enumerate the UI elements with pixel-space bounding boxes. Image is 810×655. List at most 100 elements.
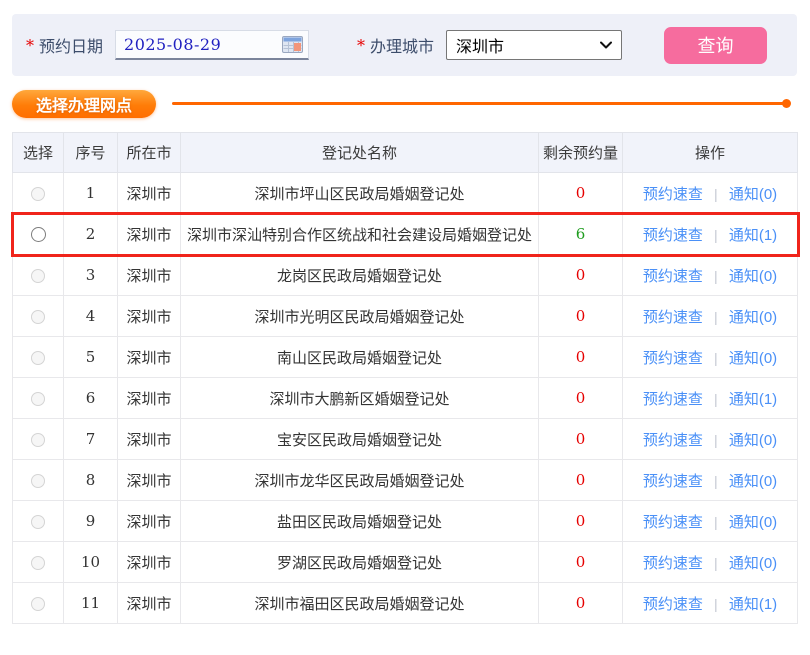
row-operations: 预约速查 | 通知(1) (623, 378, 798, 419)
row-remaining-cell: 6 (539, 214, 623, 255)
row-registry-name: 深圳市坪山区民政局婚姻登记处 (181, 173, 539, 214)
row-registry-name: 罗湖区民政局婚姻登记处 (181, 542, 539, 583)
city-select[interactable]: 深圳市 (446, 30, 622, 60)
row-operations: 预约速查 | 通知(0) (623, 460, 798, 501)
notice-link[interactable]: 通知(0) (729, 514, 777, 531)
notice-link[interactable]: 通知(0) (729, 309, 777, 326)
notice-link[interactable]: 通知(0) (729, 186, 777, 203)
row-operations: 预约速查 | 通知(1) (623, 583, 798, 624)
date-label-group: * 预约日期 (26, 33, 103, 57)
radio-button[interactable] (31, 474, 45, 488)
remaining-count: 6 (576, 225, 586, 243)
notice-link[interactable]: 通知(1) (729, 596, 777, 613)
row-city: 深圳市 (118, 542, 181, 583)
radio-button[interactable] (31, 515, 45, 529)
date-input[interactable]: 2025-08-29 (115, 30, 309, 60)
search-button[interactable]: 查询 (664, 27, 767, 64)
row-index: 8 (64, 460, 118, 501)
row-remaining-cell: 0 (539, 337, 623, 378)
quick-check-link[interactable]: 预约速查 (643, 350, 703, 367)
quick-check-link[interactable]: 预约速查 (643, 309, 703, 326)
row-remaining-cell: 0 (539, 378, 623, 419)
radio-button[interactable] (31, 433, 45, 447)
select-cell (13, 296, 64, 337)
remaining-count: 0 (576, 553, 586, 571)
section-title-pill: 选择办理网点 (12, 90, 156, 118)
radio-button[interactable] (31, 597, 45, 611)
row-index: 6 (64, 378, 118, 419)
row-registry-name: 盐田区民政局婚姻登记处 (181, 501, 539, 542)
quick-check-link[interactable]: 预约速查 (643, 391, 703, 408)
remaining-count: 0 (576, 307, 586, 325)
link-separator: | (714, 555, 718, 571)
select-cell (13, 173, 64, 214)
select-cell (13, 542, 64, 583)
row-index: 2 (64, 214, 118, 255)
row-operations: 预约速查 | 通知(0) (623, 296, 798, 337)
table-row: 7 深圳市 宝安区民政局婚姻登记处 0 预约速查 | 通知(0) (13, 419, 798, 460)
notice-link[interactable]: 通知(0) (729, 473, 777, 490)
radio-button[interactable] (31, 269, 45, 283)
header-operation: 操作 (623, 133, 798, 173)
branch-table-body: 1 深圳市 深圳市坪山区民政局婚姻登记处 0 预约速查 | 通知(0) 2 深圳… (13, 173, 798, 624)
link-separator: | (714, 432, 718, 448)
section-header: 选择办理网点 (12, 90, 797, 118)
row-operations: 预约速查 | 通知(1) (623, 214, 798, 255)
city-label: 办理城市 (370, 33, 434, 57)
select-cell (13, 501, 64, 542)
table-row: 11 深圳市 深圳市福田区民政局婚姻登记处 0 预约速查 | 通知(1) (13, 583, 798, 624)
quick-check-link[interactable]: 预约速查 (643, 227, 703, 244)
quick-check-link[interactable]: 预约速查 (643, 268, 703, 285)
notice-link[interactable]: 通知(1) (729, 227, 777, 244)
row-index: 11 (64, 583, 118, 624)
quick-check-link[interactable]: 预约速查 (643, 555, 703, 572)
link-separator: | (714, 227, 718, 243)
link-separator: | (714, 268, 718, 284)
table-row: 5 深圳市 南山区民政局婚姻登记处 0 预约速查 | 通知(0) (13, 337, 798, 378)
quick-check-link[interactable]: 预约速查 (643, 514, 703, 531)
notice-link[interactable]: 通知(0) (729, 350, 777, 367)
radio-button[interactable] (31, 187, 45, 201)
link-separator: | (714, 309, 718, 325)
radio-button[interactable] (31, 351, 45, 365)
quick-check-link[interactable]: 预约速查 (643, 432, 703, 449)
radio-button[interactable] (31, 392, 45, 406)
row-index: 7 (64, 419, 118, 460)
notice-link[interactable]: 通知(1) (729, 391, 777, 408)
select-cell (13, 337, 64, 378)
row-operations: 预约速查 | 通知(0) (623, 419, 798, 460)
required-marker: * (357, 36, 365, 55)
row-city: 深圳市 (118, 255, 181, 296)
row-operations: 预约速查 | 通知(0) (623, 337, 798, 378)
row-registry-name: 宝安区民政局婚姻登记处 (181, 419, 539, 460)
row-remaining-cell: 0 (539, 173, 623, 214)
link-separator: | (714, 514, 718, 530)
branch-table: 选择 序号 所在市 登记处名称 剩余预约量 操作 1 深圳市 深圳市坪山区民政局… (12, 132, 798, 624)
row-index: 3 (64, 255, 118, 296)
radio-button[interactable] (31, 310, 45, 324)
calendar-icon[interactable] (282, 36, 303, 53)
notice-link[interactable]: 通知(0) (729, 555, 777, 572)
date-value[interactable]: 2025-08-29 (124, 35, 282, 54)
link-separator: | (714, 186, 718, 202)
row-remaining-cell: 0 (539, 296, 623, 337)
row-city: 深圳市 (118, 173, 181, 214)
notice-link[interactable]: 通知(0) (729, 268, 777, 285)
link-separator: | (714, 391, 718, 407)
radio-button[interactable] (31, 556, 45, 570)
header-remaining: 剩余预约量 (539, 133, 623, 173)
radio-button[interactable] (31, 227, 46, 242)
quick-check-link[interactable]: 预约速查 (643, 186, 703, 203)
table-row: 10 深圳市 罗湖区民政局婚姻登记处 0 预约速查 | 通知(0) (13, 542, 798, 583)
row-operations: 预约速查 | 通知(0) (623, 542, 798, 583)
row-city: 深圳市 (118, 214, 181, 255)
quick-check-link[interactable]: 预约速查 (643, 473, 703, 490)
quick-check-link[interactable]: 预约速查 (643, 596, 703, 613)
table-row: 8 深圳市 深圳市龙华区民政局婚姻登记处 0 预约速查 | 通知(0) (13, 460, 798, 501)
notice-link[interactable]: 通知(0) (729, 432, 777, 449)
table-row: 6 深圳市 深圳市大鹏新区婚姻登记处 0 预约速查 | 通知(1) (13, 378, 798, 419)
row-operations: 预约速查 | 通知(0) (623, 255, 798, 296)
row-registry-name: 深圳市大鹏新区婚姻登记处 (181, 378, 539, 419)
select-cell (13, 583, 64, 624)
branch-table-header: 选择 序号 所在市 登记处名称 剩余预约量 操作 (13, 133, 798, 173)
